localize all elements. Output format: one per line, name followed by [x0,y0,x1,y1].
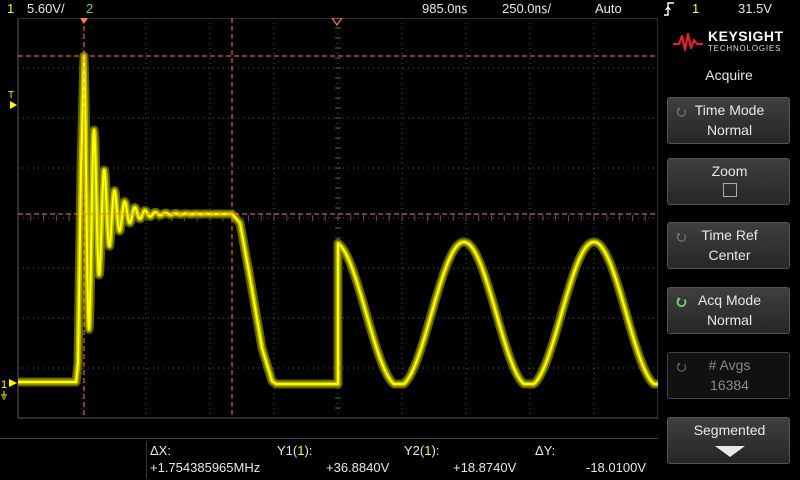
status-bar: 1 5.60V/ 2 985.0㎱ 250.0㎱/ Auto 1 31.5V [0,0,800,18]
softkey-label: Time Ref [701,227,758,243]
trigger-level[interactable]: 31.5V [738,1,772,17]
y2-label: Y2(1): [404,443,440,458]
softkey-num-averages[interactable]: # Avgs 16384 [667,352,790,399]
brand-subtitle: TECHNOLOGIES [708,44,782,53]
timebase-delay[interactable]: 985.0㎱ [422,1,468,17]
timebase-scale[interactable]: 250.0㎱/ [502,1,551,17]
softkey-label: Time Mode [694,102,765,118]
trigger-mode[interactable]: Auto [595,1,622,17]
y1-label: Y1(1): [277,443,313,458]
menu-title: Acquire [705,67,753,83]
brand-name: KEYSIGHT [708,28,784,44]
keysight-wave-icon [673,32,703,52]
more-down-arrow-icon [715,446,745,457]
trigger-channel[interactable]: 1 [692,1,699,17]
softkey-value: Center [708,247,751,263]
delta-x-label: ΔX: [150,443,171,458]
softkey-label: # Avgs [708,357,751,373]
waveform-display[interactable]: T 1 [0,18,658,438]
delta-x-value: +1.754385965MHz [150,460,261,475]
softkey-zoom[interactable]: Zoom [667,158,790,205]
ch1-ground-marker[interactable]: 1 [1,379,7,391]
softkey-time-ref[interactable]: Time Ref Center [667,222,790,269]
delta-y-value: -18.0100V [586,460,646,475]
softkey-label: Segmented [693,422,766,438]
ch1-scale[interactable]: 5.60V/ [27,1,65,17]
softkey-value: Normal [706,312,753,328]
softkey-value: 16384 [710,377,749,393]
trigger-level-marker[interactable]: T [8,90,14,101]
softkey-label: Acq Mode [697,292,762,308]
ch2-indicator[interactable]: 2 [86,1,93,17]
softkey-time-mode[interactable]: Time Mode Normal [667,97,790,144]
softkey-acq-mode[interactable]: Acq Mode Normal [667,287,790,334]
checkbox-icon [723,183,737,197]
softkey-panel: KEYSIGHT TECHNOLOGIES Acquire Time Mode … [658,18,800,480]
cursor-readout-bar: ΔX: +1.754385965MHz Y1(1): +36.8840V Y2(… [0,438,660,480]
softkey-label: Zoom [711,163,748,179]
softkey-segmented[interactable]: Segmented [667,417,790,464]
y2-value: +18.8740V [453,460,517,475]
softkey-value: Normal [706,122,753,138]
y1-value: +36.8840V [326,460,390,475]
keysight-logo: KEYSIGHT TECHNOLOGIES [672,26,792,60]
ch1-indicator[interactable]: 1 [7,1,14,17]
delta-y-label: ΔY: [535,443,556,458]
